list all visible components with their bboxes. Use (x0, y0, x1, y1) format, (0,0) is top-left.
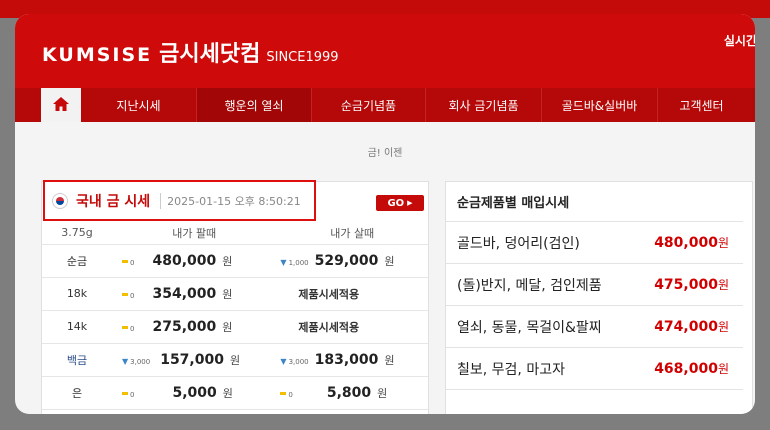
arrow-right-icon: ▶ (407, 199, 413, 207)
col-unit: 3.75g (42, 222, 112, 245)
list-item: (돌)반지, 메달, 검인제품 475,000원 (446, 264, 743, 306)
home-icon (53, 96, 69, 115)
go-button[interactable]: GO ▶ (376, 195, 424, 211)
page-card: KUMSISE 금시세닷컴 SINCE1999 실시간 지난시세 행운의 열쇠 … (15, 14, 755, 414)
brand-korean-name: 금시세닷컴 (159, 42, 261, 67)
domestic-price-panel: 국내 금 시세 2025-01-15 오후 8:50:21 GO ▶ 3.75g… (41, 180, 429, 414)
nav-home[interactable] (41, 88, 81, 122)
table-row: 순금 0 480,000 원 ▼ 1,000 529,000 원 (42, 244, 428, 278)
col-sell: 내가 팔때 (112, 222, 277, 245)
nav-item-history[interactable]: 지난시세 (81, 88, 197, 122)
product-label: 골드바, 덩어리(검인) (457, 235, 580, 252)
col-buy: 내가 살때 (276, 222, 428, 245)
product-price: 475,000 (654, 277, 718, 293)
list-item: 칠보, 무검, 마고자 468,000원 (446, 348, 743, 390)
table-row: 은 0 5,000 원 0 5,800 원 (42, 376, 428, 410)
product-label: (돌)반지, 메달, 검인제품 (457, 277, 602, 294)
flat-icon (122, 260, 128, 263)
brand-since: SINCE1999 (266, 50, 339, 65)
metal-name: 순금 (42, 244, 112, 278)
purchase-title: 순금제품별 매입시세 (446, 182, 743, 222)
table-header: 3.75g 내가 팔때 내가 살때 (42, 222, 428, 245)
domestic-price-table: 3.75g 내가 팔때 내가 살때 순금 0 480,000 원 ▼ 1,000 529… (42, 222, 428, 410)
product-label: 열쇠, 동물, 목걸이&팔찌 (457, 319, 602, 336)
table-row: 18k 0 354,000 원 제품시세적용 (42, 277, 428, 311)
breadcrumb: 금! 이젠 (367, 148, 403, 159)
table-row: 백금 ▼ 3,000 157,000 원 ▼ 3,000 183,000 원 (42, 343, 428, 377)
product-price-note: 제품시세적용 (276, 277, 428, 311)
korea-flag-icon (52, 192, 68, 209)
main-nav: 지난시세 행운의 열쇠 순금기념품 회사 금기념품 골드바&실버바 고객센터 (15, 88, 755, 122)
metal-name: 14k (42, 310, 112, 344)
metal-name: 백금 (42, 343, 112, 377)
product-price: 468,000 (654, 361, 718, 377)
nav-item-company-souvenir[interactable]: 회사 금기념품 (426, 88, 542, 122)
site-logo[interactable]: KUMSISE 금시세닷컴 SINCE1999 (42, 36, 339, 68)
flat-icon (122, 392, 128, 395)
down-arrow-icon: ▼ (280, 356, 287, 366)
metal-name: 은 (42, 376, 112, 410)
nav-item-support[interactable]: 고객센터 (658, 88, 745, 122)
product-price-note: 제품시세적용 (276, 310, 428, 344)
list-item: 골드바, 덩어리(검인) 480,000원 (446, 222, 743, 264)
nav-item-lucky-key[interactable]: 행운의 열쇠 (197, 88, 312, 122)
nav-item-gold-souvenir[interactable]: 순금기념품 (312, 88, 426, 122)
down-arrow-icon: ▼ (122, 356, 129, 366)
domestic-datetime: 2025-01-15 오후 8:50:21 (160, 192, 301, 209)
domestic-title: 국내 금 시세 (76, 193, 151, 210)
realtime-link[interactable]: 실시간 (724, 32, 755, 49)
metal-name: 18k (42, 277, 112, 311)
product-price: 480,000 (654, 235, 718, 251)
flat-icon (280, 392, 287, 395)
site-header: KUMSISE 금시세닷컴 SINCE1999 실시간 (15, 14, 755, 88)
flat-icon (122, 326, 128, 329)
domestic-title-box: 국내 금 시세 2025-01-15 오후 8:50:21 (43, 180, 316, 221)
product-label: 칠보, 무검, 마고자 (457, 361, 565, 378)
nav-item-bars[interactable]: 골드바&실버바 (542, 88, 658, 122)
purchase-price-panel: 순금제품별 매입시세 골드바, 덩어리(검인) 480,000원 (돌)반지, … (445, 181, 753, 414)
list-item: 열쇠, 동물, 목걸이&팔찌 474,000원 (446, 306, 743, 348)
brand-wordmark: KUMSISE (42, 44, 153, 66)
table-row: 14k 0 275,000 원 제품시세적용 (42, 310, 428, 344)
product-price: 474,000 (654, 319, 718, 335)
flat-icon (122, 293, 128, 296)
down-arrow-icon: ▼ (280, 257, 287, 267)
